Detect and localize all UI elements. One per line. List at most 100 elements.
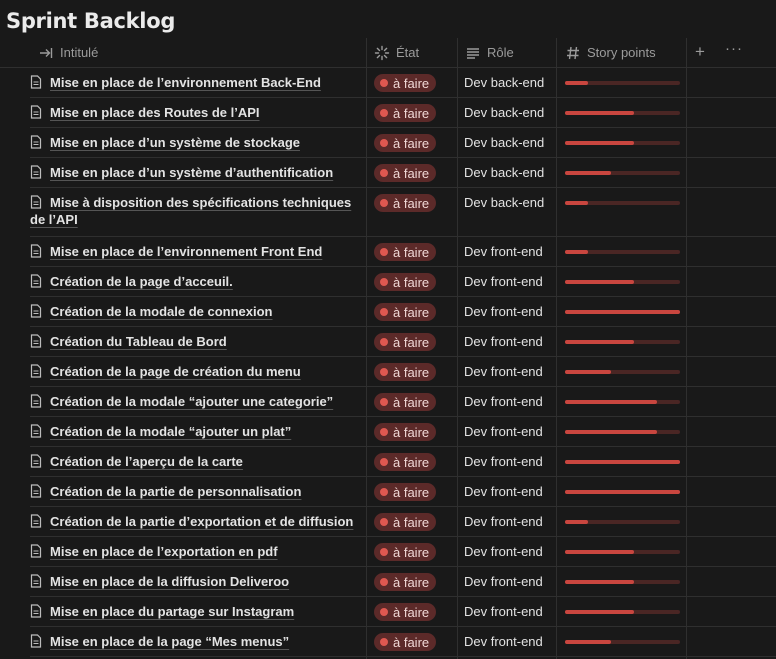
table-row[interactable]: Mise en place du partage sur Instagram à … [30, 597, 776, 627]
task-title-cell[interactable]: Création de la modale “ajouter un plat” [30, 423, 360, 440]
table-row[interactable]: Création de la page de création du menu à… [30, 357, 776, 387]
status-badge[interactable]: à faire [374, 243, 437, 261]
task-title-cell[interactable]: Création de la modale “ajouter une categ… [30, 393, 360, 410]
role-value[interactable]: Dev front-end [464, 423, 543, 440]
status-badge[interactable]: à faire [374, 483, 437, 501]
task-title[interactable]: Création de la page d’acceuil. [50, 274, 233, 289]
table-row[interactable]: Création de la modale de connexion à fair… [30, 297, 776, 327]
status-badge[interactable]: à faire [374, 633, 437, 651]
table-row[interactable]: Mise en place des Routes de l’API à faire… [30, 98, 776, 128]
status-badge[interactable]: à faire [374, 393, 437, 411]
task-title-cell[interactable]: Création de la partie d’exportation et d… [30, 513, 360, 530]
task-title[interactable]: Création de l’aperçu de la carte [50, 454, 243, 469]
role-value[interactable]: Dev front-end [464, 333, 543, 350]
task-title-cell[interactable]: Mise en place d’un système d’authentific… [30, 164, 360, 181]
task-title-cell[interactable]: Création de la page d’acceuil. [30, 273, 360, 290]
table-row[interactable]: Mise en place de l’environnement Front E… [30, 237, 776, 267]
column-header-role[interactable]: Rôle [465, 38, 514, 67]
status-badge[interactable]: à faire [374, 194, 437, 212]
task-title-cell[interactable]: Création du Tableau de Bord [30, 333, 360, 350]
status-badge[interactable]: à faire [374, 164, 437, 182]
task-title-cell[interactable]: Mise en place des Routes de l’API [30, 104, 360, 121]
task-title-cell[interactable]: Mise en place de la page “Mes menus” [30, 633, 360, 650]
role-value[interactable]: Dev front-end [464, 483, 543, 500]
role-value[interactable]: Dev front-end [464, 573, 543, 590]
task-title[interactable]: Mise à disposition des spécifications te… [30, 195, 351, 227]
role-value[interactable]: Dev front-end [464, 303, 543, 320]
role-value[interactable]: Dev front-end [464, 603, 543, 620]
role-value[interactable]: Dev front-end [464, 243, 543, 260]
role-value[interactable]: Dev front-end [464, 633, 543, 650]
task-title-cell[interactable]: Mise en place de l’environnement Front E… [30, 243, 360, 260]
table-row[interactable]: Mise en place de l’exportation en pdf à f… [30, 537, 776, 567]
role-value[interactable]: Dev front-end [464, 513, 543, 530]
status-badge[interactable]: à faire [374, 363, 437, 381]
task-title[interactable]: Mise en place des Routes de l’API [50, 105, 260, 120]
task-title-cell[interactable]: Création de l’aperçu de la carte [30, 453, 360, 470]
table-row[interactable]: Mise en place d’un système de stockage à … [30, 128, 776, 158]
task-title-cell[interactable]: Mise à disposition des spécifications te… [30, 194, 360, 228]
role-value[interactable]: Dev front-end [464, 543, 543, 560]
table-row[interactable]: Mise en place de l’environnement Back-En… [30, 68, 776, 98]
task-title[interactable]: Mise en place de l’environnement Front E… [50, 244, 322, 259]
table-row[interactable]: Création de l’aperçu de la carte à faire D… [30, 447, 776, 477]
role-value[interactable]: Dev front-end [464, 393, 543, 410]
task-title[interactable]: Création de la modale “ajouter une categ… [50, 394, 333, 409]
status-badge[interactable]: à faire [374, 134, 437, 152]
role-value[interactable]: Dev back-end [464, 164, 544, 181]
task-title-cell[interactable]: Mise en place d’un système de stockage [30, 134, 360, 151]
table-row[interactable]: Création de la partie d’exportation et d… [30, 507, 776, 537]
table-row[interactable]: Création de la partie de personnalisatio… [30, 477, 776, 507]
table-row[interactable]: Mise à disposition des spécifications te… [30, 188, 776, 237]
status-badge[interactable]: à faire [374, 74, 437, 92]
add-column-button[interactable]: + [695, 42, 705, 62]
column-header-title[interactable]: Intitulé [38, 38, 98, 67]
role-value[interactable]: Dev back-end [464, 74, 544, 91]
status-badge[interactable]: à faire [374, 573, 437, 591]
task-title[interactable]: Mise en place de l’exportation en pdf [50, 544, 278, 559]
table-row[interactable]: Mise en place de la diffusion Deliveroo à… [30, 567, 776, 597]
status-badge[interactable]: à faire [374, 104, 437, 122]
task-title-cell[interactable]: Création de la page de création du menu [30, 363, 360, 380]
table-row[interactable]: Création du Tableau de Bord à faire Dev fr… [30, 327, 776, 357]
status-badge[interactable]: à faire [374, 333, 437, 351]
task-title[interactable]: Création de la modale “ajouter un plat” [50, 424, 291, 439]
task-title[interactable]: Création de la partie de personnalisatio… [50, 484, 301, 499]
task-title[interactable]: Mise en place de la diffusion Deliveroo [50, 574, 289, 589]
table-row[interactable]: Création de la page d’acceuil. à faire Dev… [30, 267, 776, 297]
task-title-cell[interactable]: Mise en place de la diffusion Deliveroo [30, 573, 360, 590]
column-header-status[interactable]: État [374, 38, 419, 67]
status-badge[interactable]: à faire [374, 453, 437, 471]
role-value[interactable]: Dev front-end [464, 453, 543, 470]
task-title[interactable]: Création du Tableau de Bord [50, 334, 227, 349]
role-value[interactable]: Dev back-end [464, 104, 544, 121]
task-title[interactable]: Création de la page de création du menu [50, 364, 301, 379]
task-title-cell[interactable]: Mise en place de l’environnement Back-En… [30, 74, 360, 91]
status-badge[interactable]: à faire [374, 543, 437, 561]
role-value[interactable]: Dev back-end [464, 134, 544, 151]
task-title[interactable]: Mise en place de l’environnement Back-En… [50, 75, 321, 90]
status-badge[interactable]: à faire [374, 513, 437, 531]
table-row[interactable]: Création de la modale “ajouter une categ… [30, 387, 776, 417]
task-title[interactable]: Création de la modale de connexion [50, 304, 273, 319]
status-badge[interactable]: à faire [374, 273, 437, 291]
role-value[interactable]: Dev back-end [464, 194, 544, 211]
table-row[interactable]: Création de la modale “ajouter un plat” à… [30, 417, 776, 447]
task-title[interactable]: Mise en place de la page “Mes menus” [50, 634, 289, 649]
task-title-cell[interactable]: Mise en place du partage sur Instagram [30, 603, 360, 620]
task-title[interactable]: Mise en place du partage sur Instagram [50, 604, 294, 619]
table-row[interactable]: Mise en place de la page “Mes menus” à fa… [30, 627, 776, 657]
task-title-cell[interactable]: Mise en place de l’exportation en pdf [30, 543, 360, 560]
task-title[interactable]: Mise en place d’un système d’authentific… [50, 165, 333, 180]
task-title-cell[interactable]: Création de la modale de connexion [30, 303, 360, 320]
table-row[interactable]: Mise en place d’un système d’authentific… [30, 158, 776, 188]
task-title[interactable]: Création de la partie d’exportation et d… [50, 514, 353, 529]
column-header-points[interactable]: Story points [565, 38, 656, 67]
role-value[interactable]: Dev front-end [464, 273, 543, 290]
status-badge[interactable]: à faire [374, 603, 437, 621]
status-badge[interactable]: à faire [374, 423, 437, 441]
more-options-button[interactable]: ··· [725, 40, 743, 57]
status-badge[interactable]: à faire [374, 303, 437, 321]
task-title[interactable]: Mise en place d’un système de stockage [50, 135, 300, 150]
role-value[interactable]: Dev front-end [464, 363, 543, 380]
